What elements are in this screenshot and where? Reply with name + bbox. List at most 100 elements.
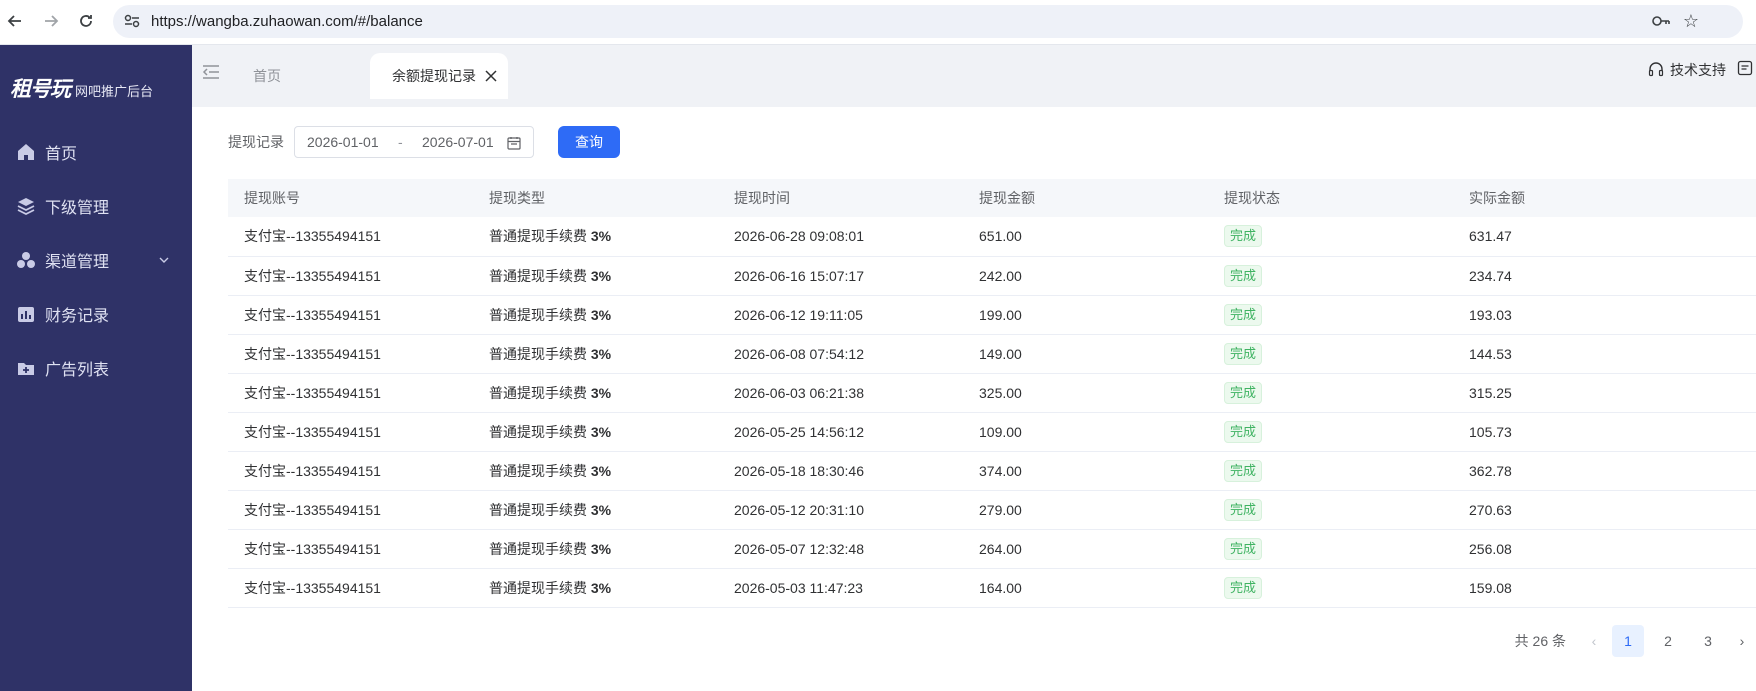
sidebar-item-label: 财务记录 [45, 308, 110, 325]
cell-time: 2026-06-12 19:11:05 [734, 306, 863, 323]
status-badge: 完成 [1224, 537, 1263, 560]
date-range-picker[interactable]: 2026-01-01 - 2026-07-01 [294, 126, 534, 158]
key-icon[interactable] [1651, 13, 1671, 29]
type-text: 普通提现手续费 [489, 267, 587, 284]
cell-status: 完成 [1208, 334, 1453, 373]
close-icon[interactable] [484, 69, 498, 83]
chevron-down-icon[interactable] [158, 254, 170, 266]
page-1-button[interactable]: 1 [1612, 625, 1644, 657]
type-text: 普通提现手续费 [489, 423, 587, 440]
sidebar-item-label: 渠道管理 [45, 254, 110, 271]
sidebar-item-subordinates[interactable]: 下级管理 [0, 179, 192, 233]
cell-type: 普通提现手续费 3% [473, 529, 718, 568]
type-text: 普通提现手续费 [489, 384, 587, 401]
sidebar-menu: 首页 下级管理 渠道管理 财务记录 广告列表 [0, 125, 192, 395]
cell-amount: 374.00 [979, 462, 1022, 479]
sidebar-item-label: 下级管理 [45, 200, 110, 217]
channels-icon [16, 250, 36, 270]
type-text: 普通提现手续费 [489, 345, 587, 362]
type-text: 普通提现手续费 [489, 228, 587, 245]
cell-type: 普通提现手续费 3% [473, 295, 718, 334]
cell-account: 支付宝--13355494151 [244, 540, 381, 557]
cell-amount: 651.00 [979, 228, 1022, 245]
calendar-icon[interactable] [507, 136, 521, 150]
fee-rate: 3% [590, 501, 612, 518]
cell-time: 2026-05-12 20:31:10 [734, 501, 864, 518]
status-badge: 完成 [1224, 459, 1263, 482]
sidebar-item-channels[interactable]: 渠道管理 [0, 233, 192, 287]
table-row: 支付宝--13355494151 普通提现手续费 3% 2026-05-03 11:… [228, 568, 1756, 607]
cell-account: 支付宝--13355494151 [244, 579, 381, 596]
cell-time: 2026-05-07 12:32:48 [734, 540, 864, 557]
query-button[interactable]: 查询 [558, 126, 620, 158]
sidebar-item-finance[interactable]: 财务记录 [0, 287, 192, 341]
next-page-icon[interactable]: › [1728, 633, 1756, 649]
table-row: 支付宝--13355494151 普通提现手续费 3% 2026-06-16 15:… [228, 256, 1756, 295]
sidebar-item-ads[interactable]: 广告列表 [0, 341, 192, 395]
table-row: 支付宝--13355494151 普通提现手续费 3% 2026-06-03 06:… [228, 373, 1756, 412]
cell-time: 2026-06-03 06:21:38 [734, 384, 864, 401]
cell-amount: 279.00 [979, 501, 1022, 518]
cell-account: 支付宝--13355494151 [244, 228, 381, 245]
start-date-input[interactable]: 2026-01-01 [307, 134, 379, 150]
cell-actual-amount: 631.47 [1469, 228, 1512, 245]
sidebar: 租号玩 网吧推广后台 首页 下级管理 渠道管理 财务记录 广告列表 [0, 45, 192, 691]
status-badge: 完成 [1224, 420, 1263, 443]
cell-time: 2026-05-03 11:47:23 [734, 579, 863, 596]
url-text[interactable]: https://wangba.zuhaowan.com/#/balance [151, 13, 423, 30]
cell-type: 普通提现手续费 3% [473, 412, 718, 451]
status-badge: 完成 [1224, 576, 1263, 599]
address-bar[interactable]: https://wangba.zuhaowan.com/#/balance ☆ [113, 5, 1743, 38]
forward-icon[interactable] [40, 10, 62, 32]
cell-actual-amount: 105.73 [1469, 423, 1512, 440]
cell-status: 完成 [1208, 412, 1453, 451]
reload-icon[interactable] [75, 10, 97, 32]
fee-rate: 3% [590, 345, 612, 362]
prev-page-icon[interactable]: ‹ [1580, 633, 1608, 649]
sidebar-item-home[interactable]: 首页 [0, 125, 192, 179]
cell-account: 支付宝--13355494151 [244, 423, 381, 440]
fee-rate: 3% [590, 228, 612, 245]
cell-account: 支付宝--13355494151 [244, 384, 381, 401]
fee-rate: 3% [590, 579, 612, 596]
fee-rate: 3% [590, 423, 612, 440]
sidebar-item-label: 广告列表 [45, 362, 110, 379]
brand-subtitle: 网吧推广后台 [75, 84, 154, 99]
finance-icon [16, 304, 36, 324]
cell-type: 普通提现手续费 3% [473, 334, 718, 373]
type-text: 普通提现手续费 [489, 462, 587, 479]
cell-amount: 264.00 [979, 540, 1022, 557]
tab-home[interactable]: 首页 [230, 53, 390, 99]
page-3-button[interactable]: 3 [1692, 625, 1724, 657]
tab-balance-withdrawals[interactable]: 余额提现记录 [370, 53, 508, 99]
cell-status: 完成 [1208, 217, 1453, 256]
document-icon[interactable] [1737, 60, 1753, 76]
cell-actual-amount: 256.08 [1469, 540, 1512, 557]
back-icon[interactable] [4, 10, 26, 32]
type-text: 普通提现手续费 [489, 540, 587, 557]
menu-collapse-icon[interactable] [202, 64, 220, 80]
cell-account: 支付宝--13355494151 [244, 501, 381, 518]
table-row: 支付宝--13355494151 普通提现手续费 3% 2026-06-28 09:… [228, 217, 1756, 256]
tech-support-link[interactable]: 技术支持 [1648, 60, 1726, 80]
bookmark-star-icon[interactable]: ☆ [1683, 11, 1699, 32]
cell-time: 2026-05-25 14:56:12 [734, 423, 864, 440]
table-row: 支付宝--13355494151 普通提现手续费 3% 2026-05-12 20:… [228, 490, 1756, 529]
end-date-input[interactable]: 2026-07-01 [422, 134, 494, 150]
column-header-account: 提现账号 [244, 190, 300, 206]
cell-actual-amount: 315.25 [1469, 384, 1512, 401]
layers-icon [16, 196, 36, 216]
cell-type: 普通提现手续费 3% [473, 373, 718, 412]
tab-bar: 首页 余额提现记录 技术支持 [192, 45, 1756, 107]
cell-status: 完成 [1208, 256, 1453, 295]
cell-account: 支付宝--13355494151 [244, 306, 381, 323]
column-header-actual-amount: 实际金额 [1469, 190, 1525, 206]
cell-actual-amount: 159.08 [1469, 579, 1512, 596]
fee-rate: 3% [590, 462, 612, 479]
browser-toolbar: https://wangba.zuhaowan.com/#/balance ☆ [0, 0, 1756, 45]
tab-label: 余额提现记录 [392, 68, 476, 84]
page-2-button[interactable]: 2 [1652, 625, 1684, 657]
cell-amount: 149.00 [979, 345, 1022, 362]
column-header-type: 提现类型 [489, 190, 545, 206]
site-settings-icon[interactable] [123, 13, 141, 29]
